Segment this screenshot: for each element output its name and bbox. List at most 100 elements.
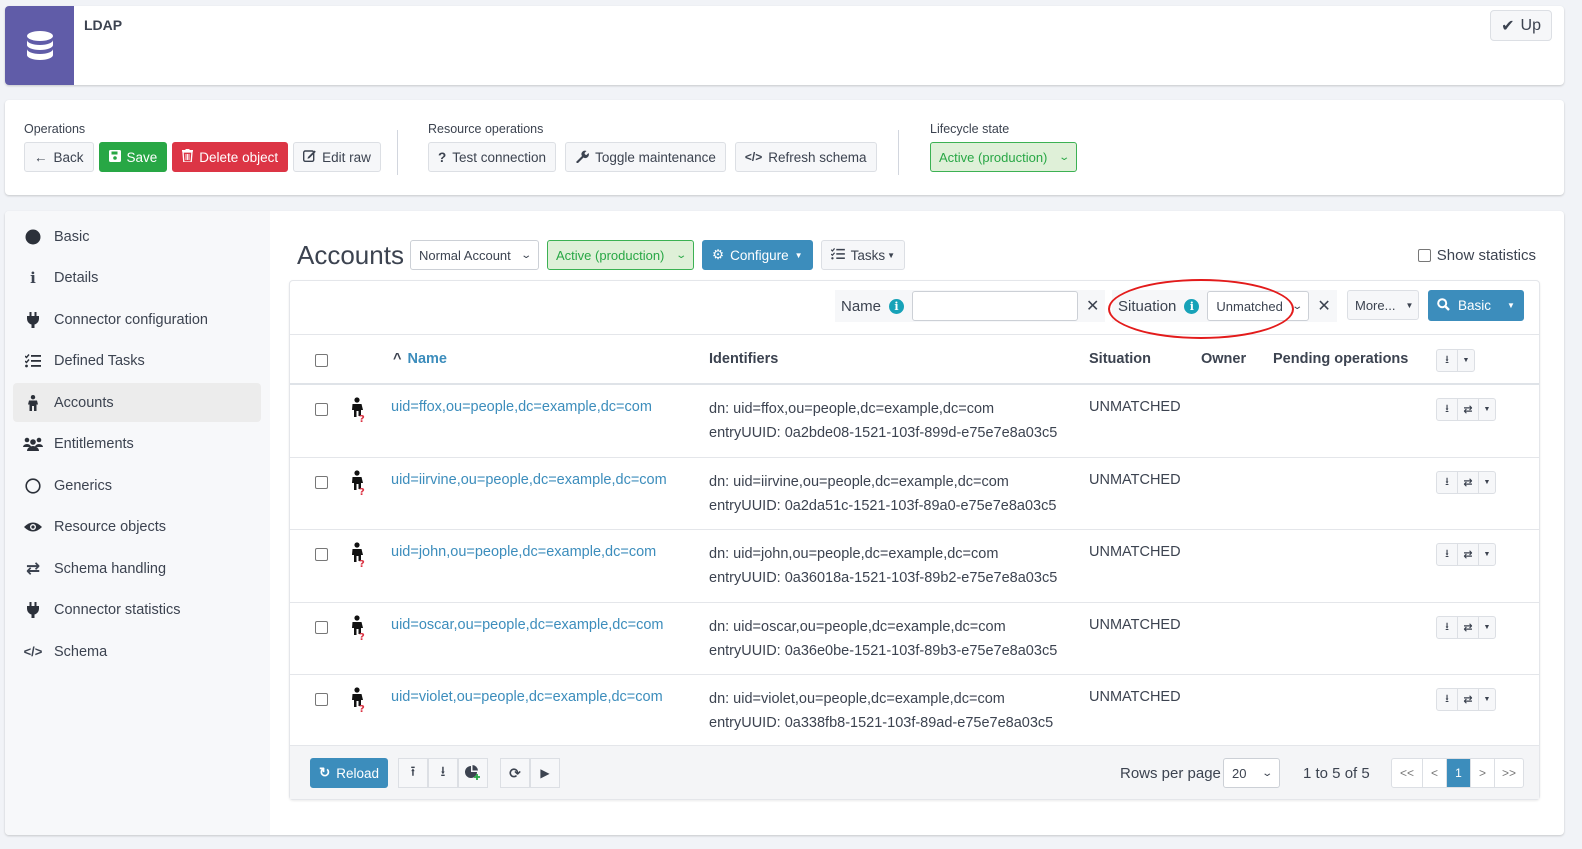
sidebar-item-generics[interactable]: Generics (13, 466, 261, 505)
reload-button[interactable]: ↻ Reload (310, 758, 388, 788)
kind-value: Normal Account (419, 247, 511, 263)
basic-search-button[interactable]: Basic ▼ (1428, 290, 1524, 321)
lifecycle-filter-select[interactable]: Active (production) ⌄ (547, 240, 694, 270)
add-report-icon[interactable] (458, 758, 488, 788)
select-all-checkbox[interactable] (315, 354, 328, 367)
info-icon[interactable]: i (889, 298, 905, 314)
situation-select[interactable]: Unmatched ⌄ (1207, 291, 1310, 321)
table-row: ? uid=oscar,ou=people,dc=example,dc=com dn… (290, 603, 1539, 675)
play-icon[interactable]: ▶ (530, 758, 560, 788)
caret-down-icon[interactable]: ▼ (1507, 301, 1515, 310)
account-name-link[interactable]: uid=iirvine,ou=people,dc=example,dc=com (391, 472, 667, 488)
import-icon[interactable]: ⭳ (1437, 689, 1458, 710)
sidebar-item-label: Connector statistics (54, 602, 181, 618)
import-icon[interactable]: ⭳ (1437, 399, 1458, 420)
situation-cell: UNMATCHED (1089, 616, 1181, 633)
sidebar-item-label: Resource objects (54, 519, 167, 535)
download-icon[interactable]: ⭳ (1437, 350, 1458, 371)
kind-select[interactable]: Normal Account ⌄ (410, 240, 539, 270)
synchronize-icon[interactable]: ⇄ (1458, 544, 1479, 565)
delete-object-button[interactable]: Delete object (172, 142, 289, 172)
caret-down-icon[interactable]: ▼ (1479, 617, 1495, 638)
show-statistics-toggle[interactable]: Show statistics (1417, 247, 1536, 264)
back-button[interactable]: ← Back (24, 142, 94, 172)
account-name-link[interactable]: uid=violet,ou=people,dc=example,dc=com (391, 689, 663, 705)
sidebar-item-connector-configuration[interactable]: Connector configuration (13, 300, 261, 339)
page-range: 1 to 5 of 5 (1303, 765, 1370, 782)
sidebar-item-connector-statistics[interactable]: Connector statistics (13, 591, 261, 630)
sidebar-item-schema-handling[interactable]: ⇄ Schema handling (13, 549, 261, 588)
first-page-button[interactable]: << (1392, 759, 1423, 787)
synchronize-icon[interactable]: ⇄ (1458, 399, 1479, 420)
row-checkbox[interactable] (315, 620, 328, 634)
identifiers-cell: dn: uid=ffox,ou=people,dc=example,dc=com… (709, 397, 1057, 445)
caret-down-icon[interactable]: ▼ (1479, 544, 1495, 565)
sidebar-item-entitlements[interactable]: Entitlements (13, 425, 261, 464)
import-icon[interactable]: ⭳ (1437, 544, 1458, 565)
rows-per-page-select[interactable]: 20 ⌄ (1223, 758, 1280, 788)
page-1-button[interactable]: 1 (1447, 759, 1471, 787)
caret-down-icon[interactable]: ▼ (1479, 689, 1495, 710)
more-filters-button[interactable]: More... ▼ (1347, 290, 1419, 320)
sidebar: Basic i Details Connector configuration … (5, 211, 270, 835)
column-name[interactable]: ^ Name (393, 351, 447, 367)
row-checkbox[interactable] (315, 403, 328, 416)
account-name-link[interactable]: uid=oscar,ou=people,dc=example,dc=com (391, 617, 663, 633)
show-statistics-checkbox[interactable] (1417, 249, 1431, 262)
caret-down-icon[interactable]: ▼ (1479, 399, 1495, 420)
sidebar-item-resource-objects[interactable]: Resource objects (13, 508, 261, 547)
info-icon[interactable]: i (1184, 298, 1200, 314)
lifecycle-filter-value: Active (production) (556, 247, 665, 263)
entry-uuid-text: entryUUID: 0a2da51c-1521-103f-89a0-e75e7… (709, 497, 1057, 514)
svg-text:?: ? (359, 487, 365, 496)
upload-icon[interactable]: ⭱ (398, 758, 428, 788)
up-status-button[interactable]: ✔ Up (1490, 10, 1552, 41)
lifecycle-value: Active (production) (939, 149, 1048, 165)
row-checkbox[interactable] (315, 548, 328, 561)
save-button[interactable]: Save (98, 142, 168, 172)
accounts-table: Name i ✕ Situation i Unmatched ⌄ ✕ More.… (289, 279, 1540, 800)
row-checkbox[interactable] (315, 475, 328, 489)
exchange-icon: ⇄ (25, 558, 41, 578)
lifecycle-select[interactable]: Active (production) ⌄ (930, 142, 1077, 172)
synchronize-icon[interactable]: ⇄ (1458, 689, 1479, 710)
last-page-button[interactable]: >> (1495, 759, 1523, 787)
sidebar-item-accounts[interactable]: Accounts (13, 383, 261, 422)
account-name-link[interactable]: uid=john,ou=people,dc=example,dc=com (391, 544, 656, 560)
caret-down-icon[interactable]: ▼ (1458, 350, 1474, 371)
situation-filter: Situation i Unmatched ⌄ ✕ (1112, 290, 1337, 322)
table-row: ? uid=ffox,ou=people,dc=example,dc=com dn:… (290, 385, 1539, 458)
edit-raw-button[interactable]: Edit raw (293, 142, 381, 172)
configure-button[interactable]: ⚙ Configure ▼ (702, 240, 813, 270)
sync-icon[interactable]: ⟳ (500, 758, 530, 788)
synchronize-icon[interactable]: ⇄ (1458, 471, 1479, 493)
sidebar-item-basic[interactable]: Basic (13, 217, 261, 256)
row-checkbox[interactable] (315, 693, 328, 706)
caret-down-icon[interactable]: ▼ (1479, 472, 1495, 493)
sidebar-item-details[interactable]: i Details (13, 259, 261, 298)
row-actions: ⭳ ⇄ ▼ (1436, 543, 1496, 566)
download-icon[interactable]: ⭳ (428, 758, 458, 788)
toggle-maintenance-button[interactable]: Toggle maintenance (565, 142, 726, 172)
dn-text: dn: uid=iirvine,ou=people,dc=example,dc=… (709, 473, 1009, 490)
reload-icon: ↻ (318, 765, 331, 780)
sidebar-item-schema[interactable]: </> Schema (13, 632, 261, 671)
synchronize-icon[interactable]: ⇄ (1458, 616, 1479, 638)
unmatched-account-icon: ? (349, 614, 367, 644)
sidebar-item-defined-tasks[interactable]: Defined Tasks (13, 342, 261, 381)
task-actions-group: ⟳ ▶ (500, 758, 560, 788)
account-name-link[interactable]: uid=ffox,ou=people,dc=example,dc=com (391, 399, 652, 415)
import-icon[interactable]: ⭳ (1437, 616, 1458, 638)
tasks-button[interactable]: Tasks ▼ (820, 240, 906, 270)
import-icon[interactable]: ⭳ (1437, 471, 1458, 493)
test-connection-button[interactable]: ? Test connection (428, 142, 557, 172)
next-page-button[interactable]: > (1471, 759, 1495, 787)
prev-page-button[interactable]: < (1423, 759, 1447, 787)
tasks-icon (13, 354, 53, 368)
clear-name-filter-icon[interactable]: ✕ (1086, 296, 1099, 316)
clear-situation-filter-icon[interactable]: ✕ (1317, 296, 1330, 316)
refresh-schema-button[interactable]: </> Refresh schema (734, 142, 877, 172)
name-filter-input[interactable] (912, 291, 1079, 321)
sidebar-item-label: Details (54, 270, 99, 286)
situation-cell: UNMATCHED (1089, 399, 1181, 415)
